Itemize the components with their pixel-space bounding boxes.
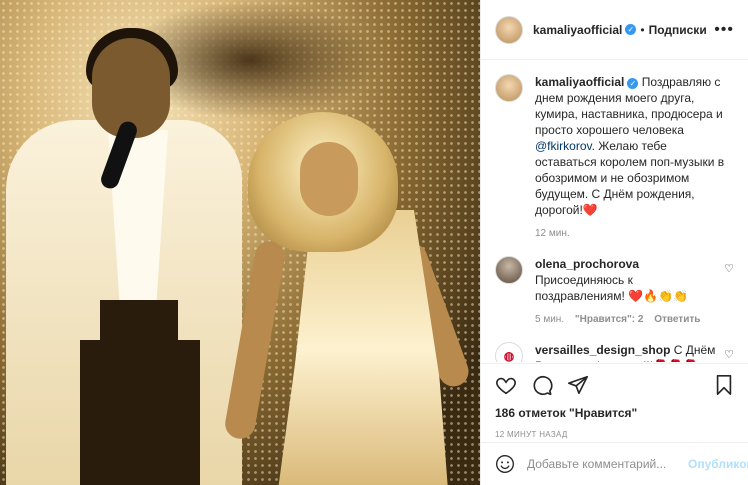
comment-icon[interactable] — [531, 374, 553, 396]
woman-face — [300, 142, 358, 216]
post-actions: 186 отметок "Нравится" 12 МИНУТ НАЗАД — [481, 363, 748, 439]
verified-icon: ✓ — [625, 24, 637, 35]
author-avatar[interactable] — [495, 15, 523, 44]
comments-list[interactable]: kamaliyaofficial ✓ Поздравляю с днем рожд… — [481, 60, 748, 362]
bookmark-icon[interactable] — [713, 374, 735, 396]
heart-icon[interactable] — [495, 374, 517, 396]
separator-dot: • — [640, 22, 645, 37]
post-header: kamaliyaofficial ✓ • Подписки ••• — [481, 0, 748, 60]
publish-button[interactable]: Опубликовать — [688, 457, 748, 471]
like-comment-heart-icon[interactable]: ♡ — [724, 256, 734, 328]
comment-author[interactable]: versailles_design_shop — [535, 343, 670, 357]
commenter-avatar[interactable] — [495, 256, 523, 284]
add-comment-bar: Опубликовать — [481, 442, 748, 485]
like-comment-heart-icon[interactable]: ♡ — [724, 342, 734, 362]
post-photo[interactable] — [0, 0, 480, 485]
post-side-panel: kamaliyaofficial ✓ • Подписки ••• kamali… — [480, 0, 748, 485]
man-belt — [100, 300, 178, 340]
following-button[interactable]: Подписки — [649, 23, 707, 37]
post-timestamp[interactable]: 12 МИНУТ НАЗАД — [495, 430, 735, 439]
reply-button[interactable]: Ответить — [654, 314, 700, 325]
share-icon[interactable] — [567, 374, 589, 396]
comment-likes[interactable]: "Нравится": 2 — [575, 314, 644, 325]
caption: kamaliyaofficial ✓ Поздравляю с днем рожд… — [495, 74, 734, 242]
smile-icon[interactable] — [495, 454, 515, 474]
man-legs — [80, 340, 200, 485]
comment-item: ◍ versailles_design_shop С Днём Рождения… — [495, 342, 734, 362]
comment-text: Присоединяюсь к поздравлениям! ❤️🔥👏👏 — [535, 273, 688, 303]
comment-time[interactable]: 5 мин. — [535, 314, 564, 325]
comment-input[interactable] — [527, 457, 682, 471]
caption-time[interactable]: 12 мин. — [535, 228, 570, 239]
comment-item: olena_prochorova Присоединяюсь к поздрав… — [495, 256, 734, 328]
comment-author[interactable]: olena_prochorova — [535, 257, 639, 271]
commenter-avatar[interactable]: ◍ — [495, 342, 523, 362]
verified-icon: ✓ — [627, 78, 639, 89]
author-username[interactable]: kamaliyaofficial — [533, 23, 622, 37]
mention-link[interactable]: @fkirkorov — [535, 139, 592, 153]
likes-count[interactable]: 186 отметок "Нравится" — [495, 406, 735, 420]
more-options-icon[interactable]: ••• — [714, 21, 734, 39]
author-avatar[interactable] — [495, 74, 523, 102]
caption-author[interactable]: kamaliyaofficial — [535, 75, 624, 89]
